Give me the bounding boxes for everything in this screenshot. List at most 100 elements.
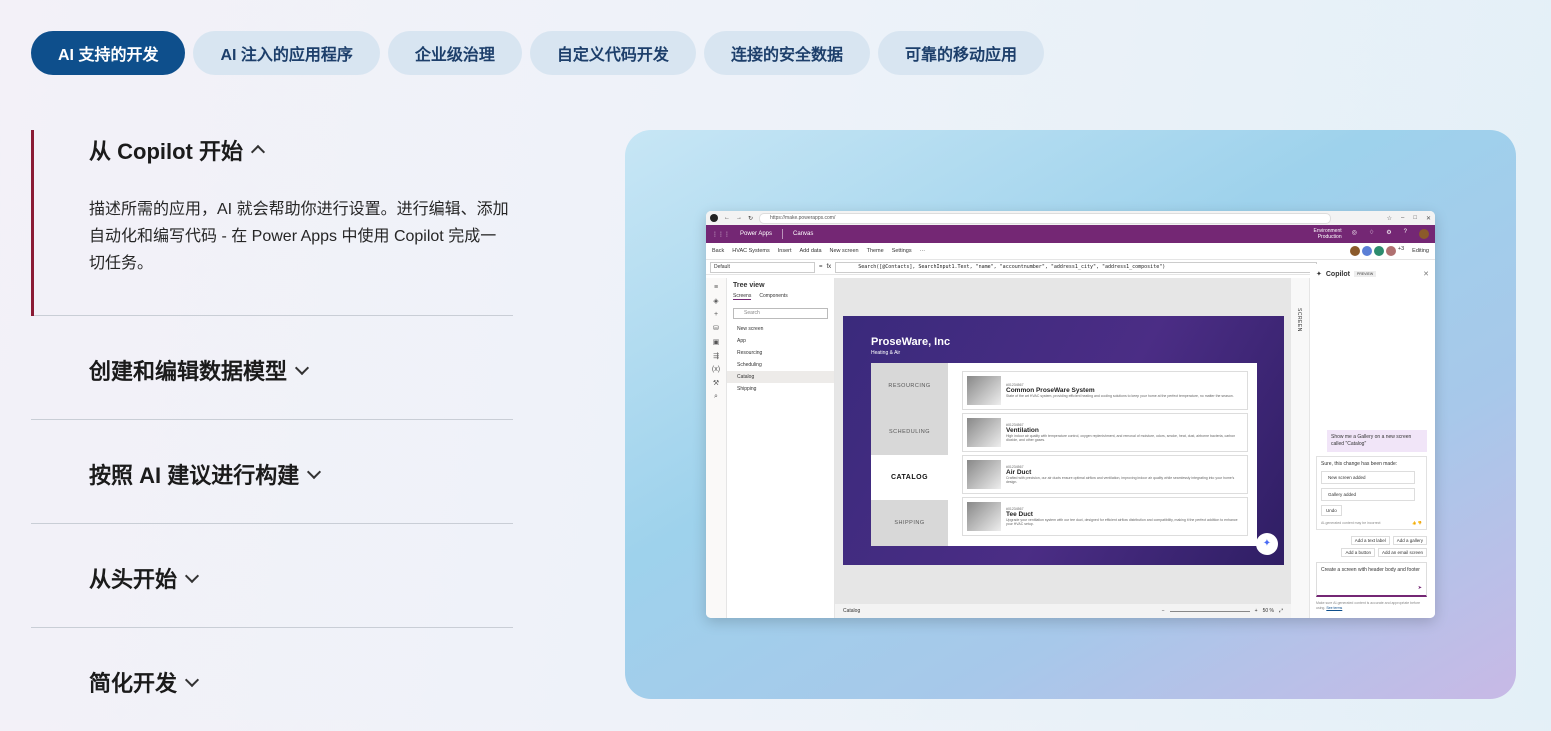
accordion-title: 按照 AI 建议进行构建 xyxy=(89,463,300,488)
app-screen-preview: ProseWare, Inc Heating & Air RESOURCING … xyxy=(843,316,1284,565)
change-item: New screen added xyxy=(1321,471,1415,484)
product-name: Ventilation xyxy=(1006,427,1039,434)
chevron-down-icon xyxy=(184,568,200,584)
star-icon: ☆ xyxy=(1386,215,1392,222)
zoom-slider xyxy=(1169,610,1250,612)
more-collaborators: +3 xyxy=(1397,246,1405,252)
tab-components: Components xyxy=(759,293,788,299)
tree-node: Shipping xyxy=(737,386,757,392)
accordion-header-data-model[interactable]: 创建和编辑数据模型 xyxy=(31,316,513,386)
fx-icon: fx xyxy=(826,264,832,270)
product-description: High indoor air quality with temperature… xyxy=(1006,434,1236,442)
layers-icon: ◈ xyxy=(713,298,719,305)
product-image xyxy=(967,460,1001,489)
brand-tagline: Heating & Air xyxy=(871,350,901,356)
accordion-title: 从头开始 xyxy=(89,567,178,592)
database-icon: ⛁ xyxy=(713,325,719,332)
divider xyxy=(782,229,784,239)
add-data-command: Add data xyxy=(799,248,822,254)
tree-tabs: Screens Components xyxy=(727,293,834,300)
menu-item: CATALOG xyxy=(871,454,948,501)
close-icon: ✕ xyxy=(1423,271,1429,278)
response-footer: AI-generated content may be incorrect 👍 … xyxy=(1321,521,1422,525)
copilot-icon: ◎ xyxy=(1351,230,1357,236)
accordion-header-copilot[interactable]: 从 Copilot 开始 xyxy=(31,130,513,166)
product-gallery: #01234567 Common ProseWare System State … xyxy=(948,363,1257,546)
see-terms-link: See terms xyxy=(1326,605,1343,610)
forward-arrow-icon: → xyxy=(736,215,742,221)
accordion-header-from-scratch[interactable]: 从头开始 xyxy=(31,524,513,594)
theme-command: Theme xyxy=(866,248,884,254)
media-icon: ▣ xyxy=(712,339,720,346)
product-card: #01234567 Tee Duct Upgrade your ventilat… xyxy=(962,497,1248,536)
avatar xyxy=(1419,229,1429,239)
insert-command: Insert xyxy=(777,248,792,254)
tab-secure-data[interactable]: 连接的安全数据 xyxy=(703,31,870,75)
help-icon: ? xyxy=(1403,229,1407,235)
avatar xyxy=(1373,246,1384,256)
copilot-header: ✦ Copilot PREVIEW ✕ xyxy=(1310,264,1435,284)
power-apps-screenshot: ← → ↻ https://make.powerapps.com/ ☆ – □ … xyxy=(706,211,1435,618)
profile-icon xyxy=(710,214,718,222)
response-title: Sure, this change has been made: xyxy=(1321,461,1398,467)
screen-selector: Catalog xyxy=(843,608,861,614)
zoom-level: 50 % xyxy=(1262,608,1274,614)
search-icon: ⌕ xyxy=(714,393,718,400)
menu-item: RESOURCING xyxy=(888,382,931,389)
user-message: Show me a Gallery on a new screen called… xyxy=(1327,430,1427,452)
product-image xyxy=(967,376,1001,405)
suggestion-chip: Add a gallery xyxy=(1392,536,1427,545)
app-name: HVAC Systems xyxy=(732,248,770,254)
tab-custom-code[interactable]: 自定义代码开发 xyxy=(529,31,696,75)
minimize-icon: – xyxy=(1401,214,1405,221)
tree-view-panel: Tree view Screens Components Search New … xyxy=(727,278,835,618)
product-card: #01234567 Air Duct Crafted with precisio… xyxy=(962,455,1248,494)
copilot-logo-icon: ✦ xyxy=(1316,271,1322,278)
new-screen-button: New screen xyxy=(737,326,764,332)
tree-node: Catalog xyxy=(727,371,834,383)
tab-ai-infused-apps[interactable]: AI 注入的应用程序 xyxy=(193,31,380,75)
active-indicator-bar xyxy=(31,130,34,316)
product-card: #01234567 Common ProseWare System State … xyxy=(962,371,1248,410)
formula-input: Search([@Contacts], SearchInput1.Text, "… xyxy=(835,261,1318,273)
zoom-in-icon: + xyxy=(1254,608,1258,614)
accordion-title: 简化开发 xyxy=(89,671,178,696)
undo-button: Undo xyxy=(1321,505,1342,516)
thumbs-icon: 👍 👎 xyxy=(1412,521,1422,525)
accordion-item-from-scratch: 从头开始 xyxy=(31,524,513,628)
copilot-input: Create a screen with header body and foo… xyxy=(1316,562,1427,597)
accordion-body: 描述所需的应用，AI 就会帮助你进行设置。进行编辑、添加自动化和编写代码 - 在… xyxy=(89,201,509,272)
product-name: Power Apps xyxy=(740,231,773,237)
tab-screens: Screens xyxy=(733,293,752,300)
copilot-response: Sure, this change has been made: New scr… xyxy=(1316,456,1427,530)
suggestion-chip: Add a text label xyxy=(1350,536,1390,545)
tab-enterprise-governance[interactable]: 企业级治理 xyxy=(387,31,522,75)
tree-node: App xyxy=(737,338,746,344)
menu-item: SCHEDULING xyxy=(888,428,931,435)
copilot-fab-icon: ✦ xyxy=(1256,533,1278,555)
suggestion-chip: Add a button xyxy=(1341,548,1375,557)
accordion-header-ai-suggestions[interactable]: 按照 AI 建议进行构建 xyxy=(31,420,513,490)
avatar xyxy=(1349,246,1360,256)
tab-mobile-apps[interactable]: 可靠的移动应用 xyxy=(877,31,1044,75)
chevron-down-icon xyxy=(184,672,200,688)
zoom-control: − + 50 % ⤢ xyxy=(1162,608,1283,614)
product-image xyxy=(967,502,1001,531)
refresh-icon: ↻ xyxy=(748,215,754,222)
app-mode: Canvas xyxy=(793,231,814,237)
accordion-header-simplify[interactable]: 简化开发 xyxy=(31,628,513,698)
change-item: Gallery added xyxy=(1321,488,1415,501)
canvas-footer: Catalog − + 50 % ⤢ xyxy=(835,604,1291,618)
brand-title: ProseWare, Inc xyxy=(871,336,951,348)
waffle-icon: ⋮⋮⋮ xyxy=(712,231,730,238)
power-apps-header: ⋮⋮⋮ Power Apps Canvas Environment Produc… xyxy=(706,225,1435,243)
tab-ai-development[interactable]: AI 支持的开发 xyxy=(31,31,186,75)
environment-name: Production xyxy=(1317,234,1342,240)
accordion-item-ai-suggestions: 按照 AI 建议进行构建 xyxy=(31,420,513,524)
send-icon: ➤ xyxy=(1417,585,1422,591)
ai-note: AI-generated content may be incorrect xyxy=(1321,521,1381,525)
copilot-panel: ✦ Copilot PREVIEW ✕ Show me a Gallery on… xyxy=(1310,264,1435,618)
command-bar: Back HVAC Systems Insert Add data New sc… xyxy=(706,243,1435,260)
copilot-disclaimer: Make sure AI-generated content is accura… xyxy=(1316,601,1427,610)
canvas-area: ProseWare, Inc Heating & Air RESOURCING … xyxy=(835,278,1291,618)
